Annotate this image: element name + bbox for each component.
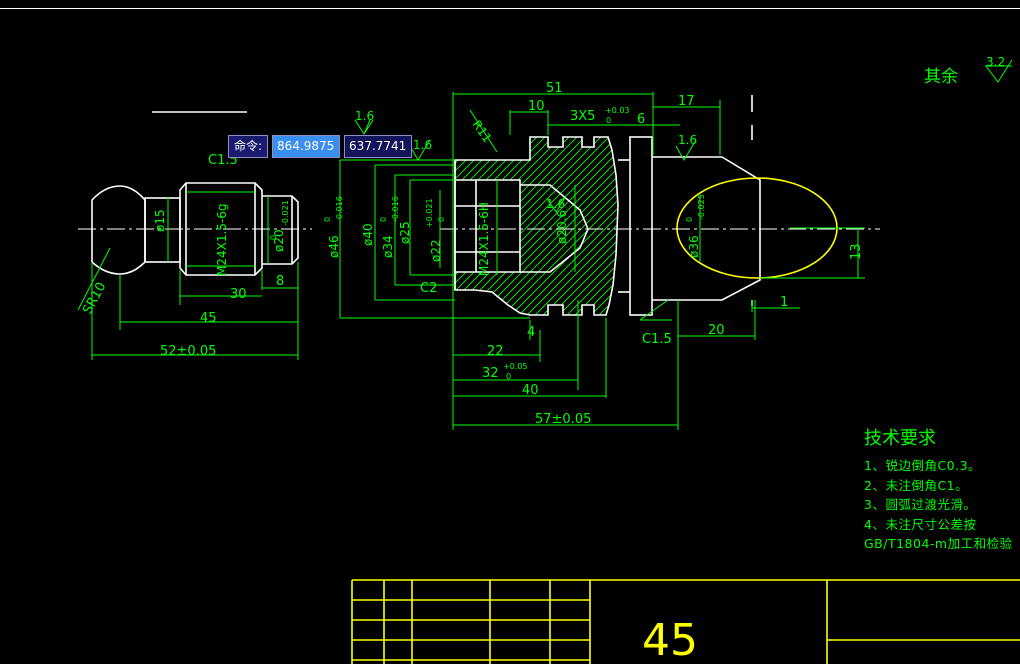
dim3x5-up: +0.03 [605, 106, 630, 115]
dim10: 10 [528, 99, 545, 114]
dim32: 32 [482, 366, 499, 381]
hatch-line [704, 130, 904, 330]
roughness-label: 其余 [924, 67, 958, 87]
left-d15-label: ø15 [153, 209, 167, 232]
right-part-view: 1.6 1.6 1.6 1.6 R11 51 10 3X5 +0.03 0 6 … [323, 55, 1020, 430]
command-input-tooltip[interactable]: 命令: 864.9875 637.7741 [228, 135, 413, 158]
c15-label: C1.5 [642, 332, 672, 347]
d34-low: -0.016 [391, 196, 400, 222]
d25-label: ø25 [398, 221, 412, 244]
dim51: 51 [546, 81, 563, 96]
rough-4: 1.6 [546, 197, 565, 211]
hatch-line [744, 130, 944, 330]
cad-drawing-canvas[interactable]: C1.5 SR10 ø15 M24X1.5-6g ø20 0 -0.021 30… [0, 0, 1020, 664]
hatch-line [720, 130, 920, 330]
tech-line: GB/T1804-m加工和检验 [864, 536, 1013, 551]
left-dim30: 30 [230, 287, 247, 302]
left-dim45: 45 [200, 311, 217, 326]
tech-title: 技术要求 [864, 428, 936, 449]
hatch-line [824, 130, 1020, 330]
d22-label: ø22 [429, 239, 443, 262]
left-dim8: 8 [276, 274, 284, 289]
dim20: 20 [708, 323, 725, 338]
hatch-line [712, 130, 912, 330]
dim22: 22 [487, 344, 504, 359]
rough-2: 1.6 [413, 138, 432, 152]
dim13: 13 [849, 243, 864, 260]
left-d20-low: -0.021 [281, 200, 290, 226]
dim4: 4 [527, 325, 535, 340]
hatch-line [808, 130, 1008, 330]
dim32-up: +0.05 [503, 362, 528, 371]
hatch-line [800, 130, 1000, 330]
hatch-line [768, 130, 968, 330]
dim40: 40 [522, 383, 539, 398]
d22-low: 0 [437, 217, 446, 222]
dim3x5-low: 0 [606, 116, 611, 125]
y-coordinate-field[interactable]: 637.7741 [344, 135, 413, 158]
hatch-line [760, 130, 960, 330]
hatch-line [784, 130, 984, 330]
dim57: 57±0.05 [535, 412, 591, 427]
roughness-value: 3.2 [986, 55, 1005, 69]
technical-requirements: 技术要求 1、锐边倒角C0.3。 2、未注倒角C1。 3、圆弧过渡光滑。 4、未… [864, 424, 1013, 554]
left-dim52: 52±0.05 [160, 344, 216, 359]
left-d20-up: 0 [269, 235, 278, 240]
r11-label: R11 [470, 118, 495, 145]
hatch-line [792, 130, 992, 330]
hatch-line [832, 130, 1020, 330]
d20-6-label: ø20.6 [555, 210, 569, 244]
command-label: 命令: [228, 135, 269, 158]
d46-low: -0.016 [335, 196, 344, 222]
left-thread-label: M24X1.5-6g [215, 203, 229, 276]
hatch-line [736, 130, 936, 330]
tech-line: 3、圆弧过渡光滑。 [864, 497, 977, 512]
rough-1: 1.6 [355, 109, 374, 123]
hatch-line [776, 130, 976, 330]
d46-label: ø46 [327, 235, 341, 258]
title-block: 45 [351, 579, 1020, 664]
d34-up: 0 [379, 217, 388, 222]
d40-label: ø40 [361, 223, 375, 246]
c2-label: C2 [420, 281, 437, 296]
material-label: 45 [642, 615, 698, 664]
hatch-line [816, 130, 1016, 330]
dim32-low: 0 [506, 372, 511, 381]
left-sr-label: SR10 [80, 280, 109, 317]
hatch-line [728, 130, 928, 330]
d34-label: ø34 [381, 235, 395, 258]
d22-up: +0.021 [425, 198, 434, 228]
tech-line: 1、锐边倒角C0.3。 [864, 458, 982, 473]
dim3x5: 3X5 [570, 109, 595, 124]
d36-up: 0 [685, 217, 694, 222]
dim6: 6 [637, 112, 645, 127]
d36-label: ø36 [687, 235, 701, 258]
right-thread-label: M24X1.5-6H [477, 202, 491, 276]
dim17: 17 [678, 94, 695, 109]
tech-line: 2、未注倒角C1。 [864, 477, 969, 493]
x-coordinate-field[interactable]: 864.9875 [272, 135, 341, 158]
d36-low: -0.025 [697, 194, 706, 220]
rough-3: 1.6 [678, 133, 697, 147]
d46-up: 0 [323, 217, 332, 222]
tech-line: 4、未注尺寸公差按 [864, 516, 977, 532]
dim1: 1 [780, 295, 788, 310]
